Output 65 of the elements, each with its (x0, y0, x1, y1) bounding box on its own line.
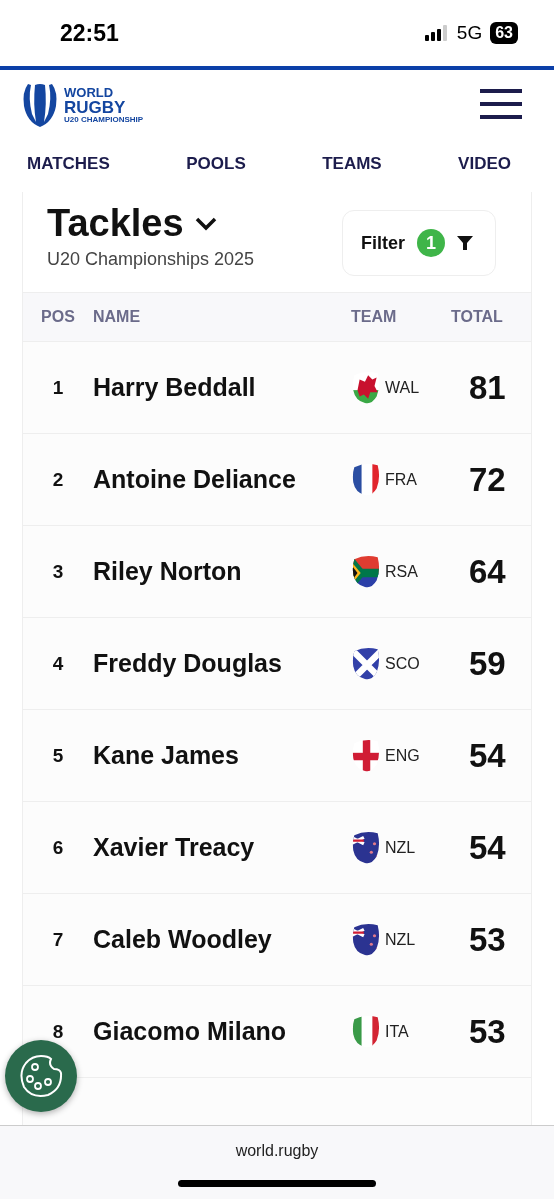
position-cell-text: 6 (51, 836, 65, 859)
flag-icon (351, 830, 381, 865)
player-name: Caleb Woodley (93, 925, 273, 954)
nav-link[interactable]: VIDEO (458, 154, 511, 174)
column-header: TEAM (351, 308, 398, 326)
team-code: ENG (385, 746, 420, 765)
nav-link[interactable]: MATCHES (27, 154, 110, 174)
team-code: WAL (385, 378, 420, 397)
total-cell-text: 54 (468, 736, 507, 775)
total-cell-text: 53 (468, 920, 507, 959)
player-name: Giacomo Milano (93, 1017, 288, 1046)
position-cell-text: 7 (51, 928, 65, 951)
logo-text: RUGBY (64, 99, 127, 116)
flag-icon (351, 738, 381, 773)
total-cell-text: 64 (468, 552, 507, 591)
player-name: Xavier Treacy (93, 833, 256, 862)
team-code: FRA (385, 470, 417, 489)
player-name: Antoine Deliance (93, 465, 297, 494)
nav-link[interactable]: POOLS (186, 154, 246, 174)
position-cell-text: 3 (51, 560, 65, 583)
total-cell-text: 54 (468, 828, 507, 867)
player-name: Freddy Douglas (93, 649, 283, 678)
funnel-icon (457, 235, 473, 251)
position-cell-text: 4 (51, 652, 65, 675)
player-name: Kane James (93, 741, 240, 770)
battery-level: 63 (490, 22, 518, 44)
position-cell-text: 2 (51, 468, 65, 491)
team-code: RSA (385, 562, 418, 581)
network-label: 5G (456, 22, 483, 44)
total-cell-text: 53 (468, 1012, 507, 1051)
nav-link[interactable]: TEAMS (322, 154, 382, 174)
position-cell-text: 1 (51, 376, 65, 399)
stat-title: Tackles (47, 202, 184, 245)
cookie-button[interactable] (5, 1040, 77, 1112)
stat-subtitle: U20 Championships 2025 (47, 249, 255, 270)
filter-count: 1 (417, 229, 445, 257)
team-code: NZL (385, 838, 416, 857)
player-name: Riley Norton (93, 557, 243, 586)
logo-text: U20 CHAMPIONSHIP (64, 116, 144, 124)
column-header: TOTAL (451, 308, 504, 326)
flag-icon (351, 554, 381, 589)
url-text: world.rugby (235, 1142, 319, 1160)
column-header: NAME (93, 308, 142, 326)
filter-button[interactable]: Filter 1 (342, 210, 496, 276)
status-time: 22:51 (60, 19, 119, 47)
menu-button[interactable] (480, 88, 522, 122)
position-cell-text: 8 (51, 1020, 65, 1043)
total-cell-text: 81 (468, 368, 507, 407)
total-cell-text: 72 (468, 460, 507, 499)
cookie-icon (18, 1053, 64, 1099)
player-name: Harry Beddall (93, 373, 257, 402)
logo-icon (22, 82, 58, 128)
chevron-down-icon[interactable] (193, 215, 218, 232)
flag-icon (351, 646, 381, 681)
position-cell-text: 5 (51, 744, 65, 767)
logo-text: WORLD (64, 86, 115, 99)
total-cell-text: 59 (468, 644, 507, 683)
flag-icon (351, 1014, 381, 1049)
team-code: ITA (385, 1022, 409, 1041)
column-header: POS (40, 308, 76, 326)
flag-icon (351, 922, 381, 957)
team-code: SCO (385, 654, 420, 673)
signal-icon (424, 25, 449, 41)
team-code: NZL (385, 930, 416, 949)
flag-icon (351, 462, 381, 497)
